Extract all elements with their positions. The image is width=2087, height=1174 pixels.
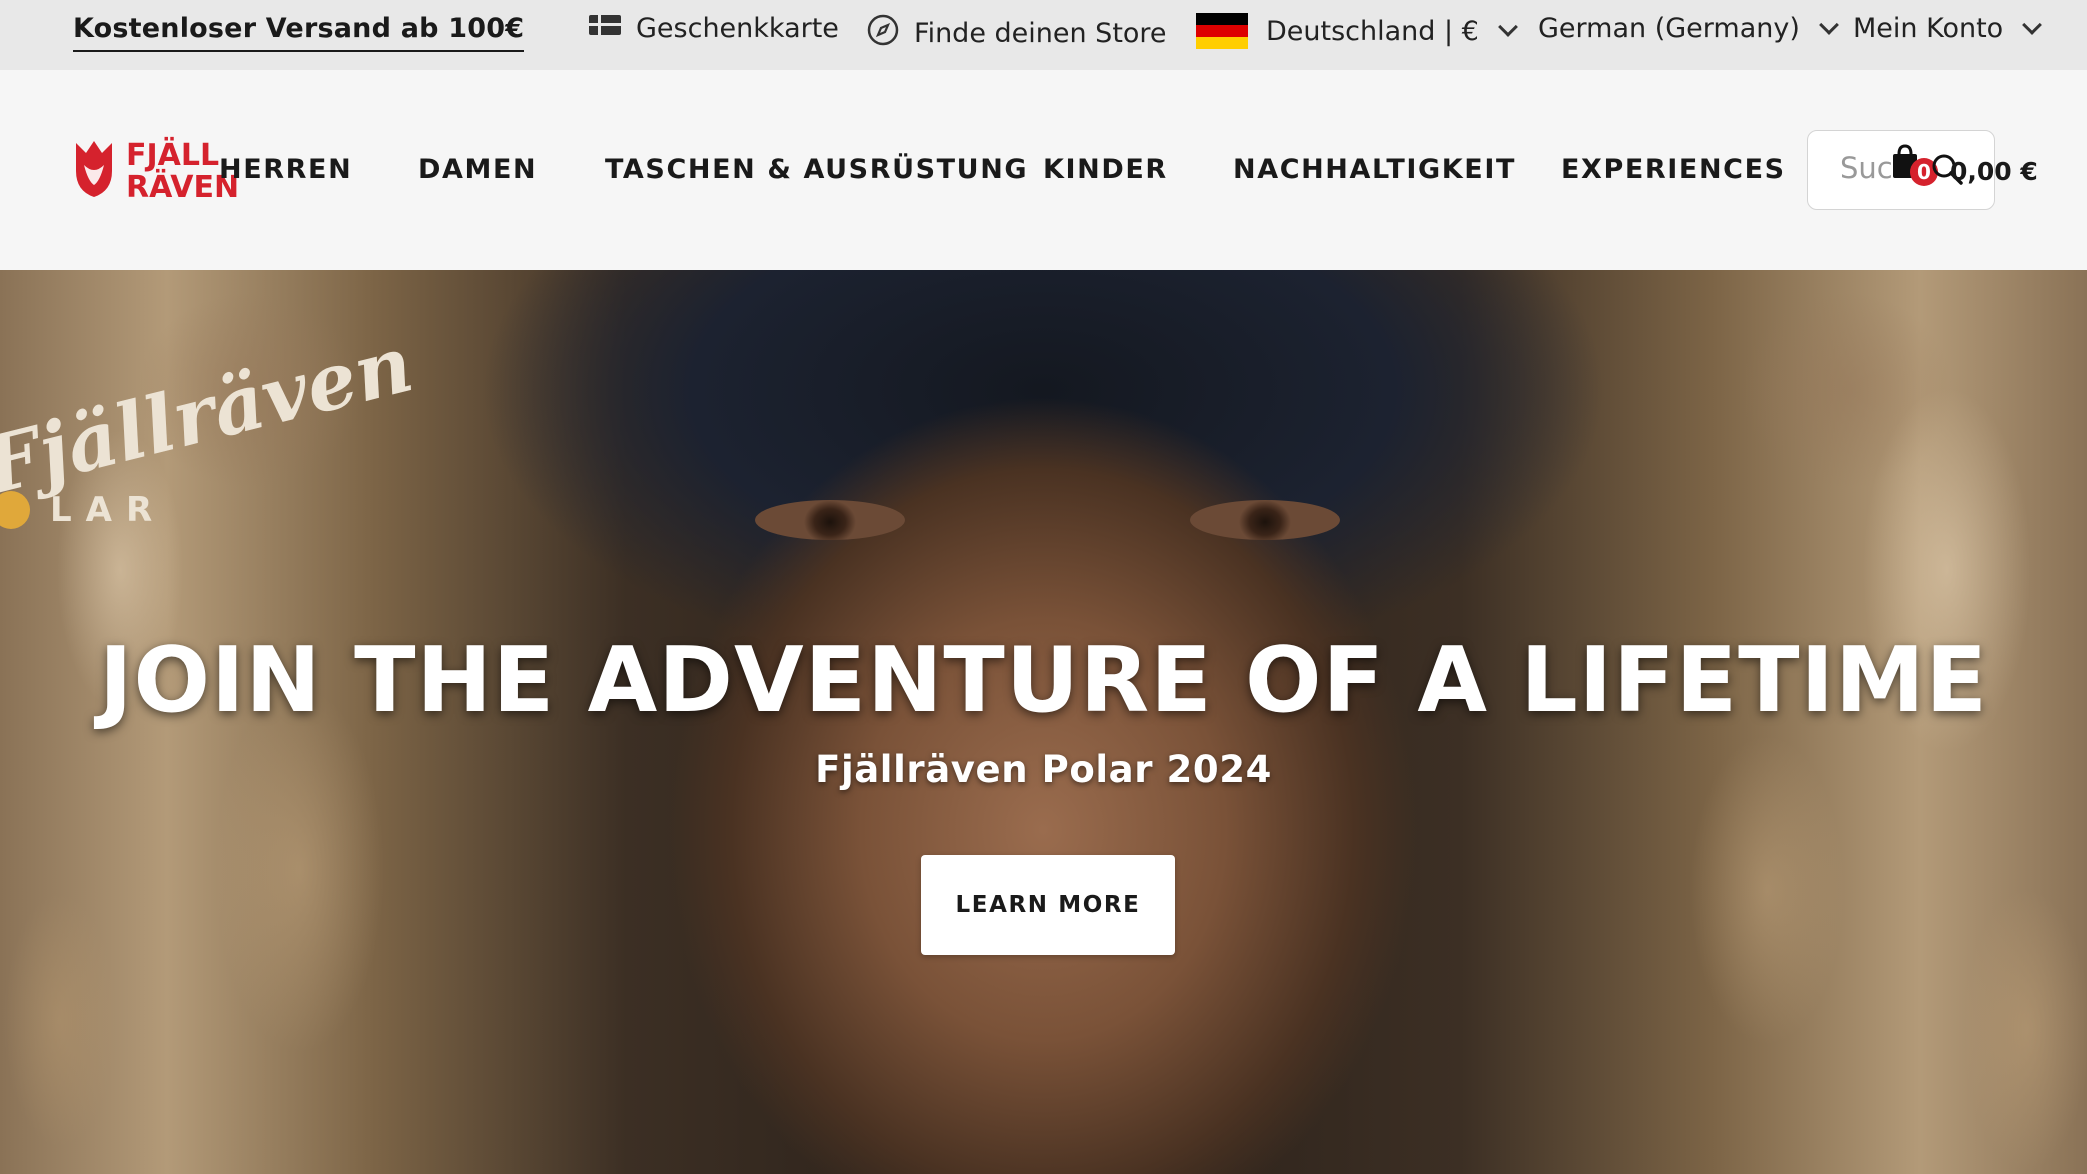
hero-subtitle: Fjällräven Polar 2024 [815, 748, 1272, 791]
language-selector[interactable]: German (Germany) [1538, 13, 1839, 44]
country-label: Deutschland | € [1266, 15, 1479, 47]
main-nav: FJÄLL RÄVEN HERREN DAMEN TASCHEN & AUSRÜ… [0, 70, 2087, 270]
cart-total[interactable]: 0,00 € [1950, 157, 2038, 186]
nav-item-damen[interactable]: DAMEN [418, 154, 537, 185]
chevron-down-icon [1497, 17, 1518, 37]
account-label: Mein Konto [1853, 13, 2004, 44]
utility-bar: Kostenloser Versand ab 100€ Geschenkkart… [0, 0, 2087, 70]
compass-icon [866, 13, 900, 54]
hero-title: JOIN THE ADVENTURE OF A LIFETIME [98, 628, 1989, 733]
primary-nav-links: HERREN DAMEN TASCHEN & AUSRÜSTUNG KINDER… [0, 70, 2087, 270]
nav-item-experiences[interactable]: EXPERIENCES [1561, 154, 1786, 185]
account-menu[interactable]: Mein Konto [1853, 13, 2043, 44]
chevron-down-icon [1818, 14, 1839, 35]
language-label: German (Germany) [1538, 13, 1800, 44]
hero-content: JOIN THE ADVENTURE OF A LIFETIME Fjällrä… [0, 270, 2087, 1174]
store-finder-label: Finde deinen Store [914, 18, 1167, 49]
country-selector[interactable]: Deutschland | € [1196, 13, 1518, 49]
free-shipping-link[interactable]: Kostenloser Versand ab 100€ [73, 13, 525, 52]
nav-item-taschen-ausruestung[interactable]: TASCHEN & AUSRÜSTUNG [605, 154, 1028, 185]
nav-item-kinder[interactable]: KINDER [1043, 154, 1168, 185]
gift-card-link[interactable]: Geschenkkarte [588, 13, 839, 44]
gift-card-icon [588, 13, 622, 44]
nav-item-nachhaltigkeit[interactable]: NACHHALTIGKEIT [1233, 154, 1516, 185]
chevron-down-icon [2022, 14, 2043, 35]
nav-item-herren[interactable]: HERREN [219, 154, 352, 185]
germany-flag-icon [1196, 13, 1248, 49]
learn-more-button[interactable]: LEARN MORE [921, 855, 1175, 955]
store-finder-link[interactable]: Finde deinen Store [866, 13, 1167, 54]
hero-banner: Fjällräven LAR JOIN THE ADVENTURE OF A L… [0, 270, 2087, 1174]
gift-card-label: Geschenkkarte [636, 13, 839, 44]
